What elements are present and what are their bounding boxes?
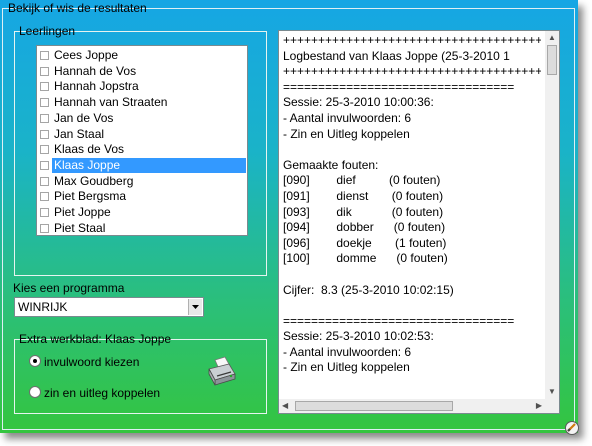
list-item[interactable]: Hannah Jopstra <box>38 79 246 94</box>
checkbox[interactable] <box>40 208 49 217</box>
log-line: ================================= <box>283 79 515 94</box>
list-item-label: Hannah de Vos <box>54 63 137 78</box>
option-zin-uitleg-label[interactable]: zin en uitleg koppelen <box>44 386 160 400</box>
log-line: [096] doekje (1 fouten) <box>283 235 447 250</box>
list-item-label: Piet Joppe <box>54 205 111 219</box>
checkbox[interactable] <box>40 160 49 170</box>
log-line: Sessie: 25-3-2010 10:02:53: <box>283 329 434 344</box>
log-line: [100] domme (0 fouten) <box>283 251 448 266</box>
extra-legend: Extra werkblad: Klaas Joppe <box>19 332 172 346</box>
log-line: [090] dief (0 fouten) <box>283 173 441 188</box>
vertical-scroll-thumb[interactable] <box>547 45 557 75</box>
log-textarea[interactable]: ++++++++++++++++++++++++++++++++++++++ Lo… <box>278 30 560 414</box>
horizontal-scrollbar[interactable]: ◀ ▶ <box>279 399 545 413</box>
log-line: [091] dienst (0 fouten) <box>283 188 444 203</box>
checkbox[interactable] <box>40 176 49 186</box>
list-item[interactable]: Piet Staal <box>38 221 246 236</box>
log-line: Sessie: 25-3-2010 10:00:36: <box>283 95 434 110</box>
log-line: ++++++++++++++++++++++++++++++++++++++ <box>283 33 541 47</box>
students-list[interactable]: Cees Joppe Hannah de Vos Hannah Jopstra Han… <box>36 45 248 236</box>
list-item-label: Piet Staal <box>54 220 106 235</box>
radio-zin-uitleg[interactable] <box>29 386 41 398</box>
scroll-down-icon[interactable]: ▼ <box>548 388 556 396</box>
checkbox[interactable] <box>40 192 49 202</box>
list-item[interactable]: Klaas Joppe <box>38 157 246 173</box>
list-item[interactable]: Cees Joppe <box>38 48 246 63</box>
dropdown-button[interactable] <box>188 299 202 315</box>
log-line: - Zin en Uitleg koppelen <box>283 360 410 375</box>
radio-invulwoord[interactable] <box>29 355 41 367</box>
program-label: Kies een programma <box>13 281 125 295</box>
list-item[interactable]: Jan Staal <box>38 127 246 142</box>
students-legend: Leerlingen <box>19 24 76 38</box>
log-line: - Aantal invulwoorden: 6 <box>283 344 412 359</box>
log-line: Logbestand van Klaas Joppe (25-3-2010 1 <box>283 48 510 63</box>
list-item-label: Klaas de Vos <box>54 142 125 157</box>
list-item[interactable]: Max Goudberg <box>38 174 246 189</box>
printer-icon <box>208 356 236 386</box>
list-item-label: Hannah van Straaten <box>54 95 168 110</box>
list-item[interactable]: Jan de Vos <box>38 111 246 126</box>
horizontal-scroll-thumb[interactable] <box>295 401 453 411</box>
log-line: - Aantal invulwoorden: 6 <box>283 110 412 125</box>
list-item-label: Jan de Vos <box>54 110 114 125</box>
scroll-left-icon[interactable]: ◀ <box>282 402 288 410</box>
list-item-label: Jan Staal <box>54 126 105 141</box>
list-item-label: Max Goudberg <box>54 173 134 188</box>
list-item-label: Cees Joppe <box>54 48 119 62</box>
checkbox[interactable] <box>40 51 49 60</box>
scroll-right-icon[interactable]: ▶ <box>536 402 542 410</box>
log-line: [094] dobber (0 fouten) <box>283 220 446 235</box>
log-lines: ++++++++++++++++++++++++++++++++++++++ Lo… <box>283 33 541 397</box>
log-line: - Zin en Uitleg koppelen <box>283 126 410 141</box>
checkbox[interactable] <box>40 113 49 123</box>
results-window: Bekijk of wis de resultaten Leerlingen C… <box>0 0 580 436</box>
checkbox[interactable] <box>40 145 49 155</box>
program-value: WINRIJK <box>18 300 68 314</box>
window-title: Bekijk of wis de resultaten <box>8 1 147 15</box>
program-select[interactable]: WINRIJK <box>14 297 204 317</box>
checkbox[interactable] <box>40 66 49 76</box>
scroll-corner <box>545 399 559 413</box>
checkbox[interactable] <box>40 223 49 233</box>
list-item[interactable]: Piet Joppe <box>38 205 246 220</box>
log-line: ================================= <box>283 313 515 328</box>
option-invulwoord-label[interactable]: invulwoord kiezen <box>44 355 139 369</box>
vertical-scrollbar[interactable]: ▲ ▼ <box>545 31 559 399</box>
list-item[interactable]: Hannah de Vos <box>38 64 246 79</box>
list-item[interactable]: Piet Bergsma <box>38 189 246 204</box>
close-button[interactable] <box>564 420 580 436</box>
log-line: [093] dik (0 fouten) <box>283 204 444 219</box>
radio-dot <box>33 359 37 363</box>
log-line: Gemaakte fouten: <box>283 157 379 172</box>
close-icon <box>565 421 579 435</box>
checkbox[interactable] <box>40 98 49 108</box>
scroll-up-icon[interactable]: ▲ <box>548 34 556 42</box>
list-item[interactable]: Hannah van Straaten <box>38 95 246 110</box>
print-button[interactable] <box>205 356 239 388</box>
log-line: ++++++++++++++++++++++++++++++++++++++ <box>283 64 541 79</box>
list-item-label: Piet Bergsma <box>54 189 127 204</box>
log-line: Cijfer: 8.3 (25-3-2010 10:02:15) <box>283 282 454 297</box>
list-item[interactable]: Klaas de Vos <box>38 142 246 157</box>
list-item-label: Klaas Joppe <box>52 157 246 173</box>
checkbox[interactable] <box>40 82 49 92</box>
chevron-down-icon <box>192 305 199 309</box>
checkbox[interactable] <box>40 129 49 139</box>
list-item-label: Hannah Jopstra <box>54 79 139 94</box>
